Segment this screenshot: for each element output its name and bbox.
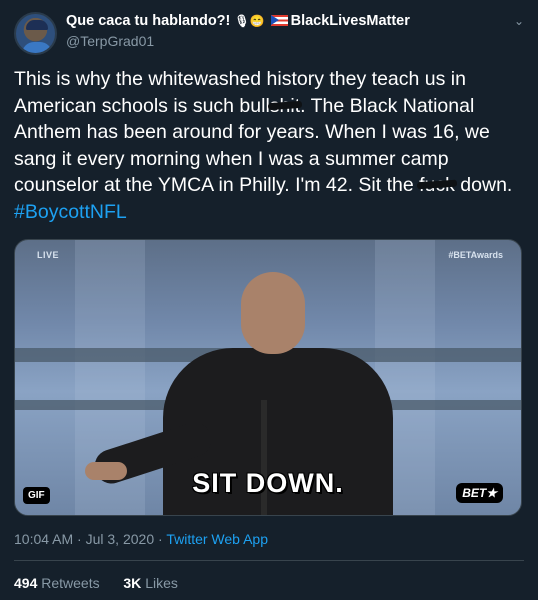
chevron-down-icon[interactable]: ⌄	[514, 14, 524, 28]
source-app-link[interactable]: Twitter Web App	[166, 531, 268, 547]
avatar-cap	[26, 20, 48, 30]
likes-count: 3K	[123, 575, 142, 591]
tweet-text: This is why the whitewashed history they…	[14, 66, 529, 225]
puerto-rico-flag-icon	[270, 15, 288, 26]
tweet-time[interactable]: 10:04 AM	[14, 531, 73, 547]
tweet-card: Que caca tu hablando?! 🎙😁 BlackLivesMatt…	[0, 0, 538, 600]
retweets-stat[interactable]: 494 Retweets	[14, 575, 100, 591]
retweets-label: Retweets	[41, 575, 100, 591]
display-name[interactable]: Que caca tu hablando?! 🎙😁 BlackLivesMatt…	[66, 13, 410, 29]
bet-logo: BET★	[456, 483, 503, 503]
corner-hashtag: #BETAwards	[448, 250, 503, 260]
separator: ·	[154, 531, 167, 547]
censored-word: fuck	[419, 172, 455, 199]
tweet-stats: 494 Retweets 3K Likes	[14, 575, 178, 591]
censored-word: shit	[270, 93, 300, 120]
display-name-text: Que caca tu hablando?!	[66, 13, 231, 29]
separator: ·	[73, 531, 86, 547]
avatar[interactable]	[14, 12, 57, 55]
gif-media[interactable]: LIVE #BETAwards SIT DOWN. GIF BET★	[14, 239, 522, 516]
avatar-shirt	[22, 42, 52, 53]
retweets-count: 494	[14, 575, 38, 591]
display-name-suffix: BlackLivesMatter	[290, 13, 410, 29]
divider	[14, 560, 524, 561]
likes-label: Likes	[145, 575, 178, 591]
live-label: LIVE	[37, 250, 60, 260]
tweet-meta: 10:04 AM · Jul 3, 2020 · Twitter Web App	[14, 531, 268, 547]
emoji-icons: 🎙😁	[234, 14, 265, 28]
user-handle[interactable]: @TerpGrad01	[66, 33, 154, 49]
tweet-date[interactable]: Jul 3, 2020	[86, 531, 155, 547]
speaker-head	[241, 272, 305, 354]
tweet-text-part3: down.	[454, 174, 513, 196]
likes-stat[interactable]: 3K Likes	[123, 575, 177, 591]
hashtag-link[interactable]: #BoycottNFL	[14, 201, 127, 223]
gif-caption: SIT DOWN.	[192, 468, 344, 498]
gif-badge: GIF	[23, 487, 50, 504]
